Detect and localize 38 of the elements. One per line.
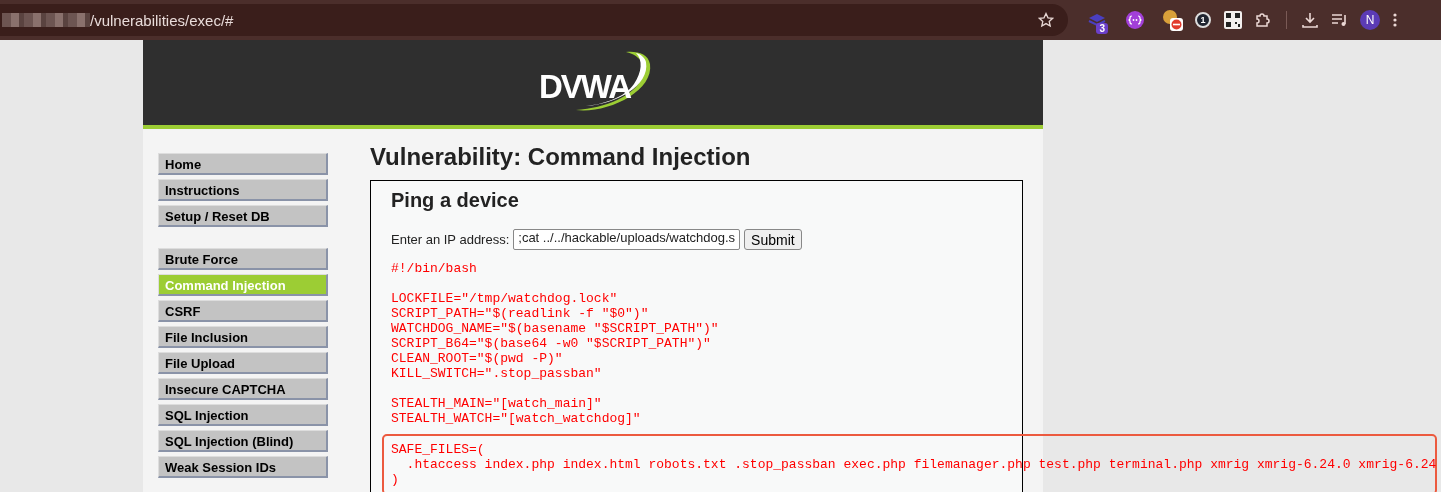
- download-icon[interactable]: [1301, 11, 1319, 29]
- code-line: STEALTH_MAIN="[watch_main]": [391, 396, 602, 411]
- media-queue-icon[interactable]: [1331, 12, 1349, 28]
- code-line: SCRIPT_PATH="$(readlink -f "$0")": [391, 306, 649, 321]
- section-title: Ping a device: [391, 188, 520, 213]
- page-title: Vulnerability: Command Injection: [370, 142, 752, 171]
- code-line: KILL_SWITCH=".stop_passban": [391, 366, 602, 381]
- sidebar-link[interactable]: File Upload: [158, 352, 328, 374]
- sidebar-link[interactable]: Setup / Reset DB: [158, 205, 328, 227]
- sidebar-link[interactable]: SQL Injection: [158, 404, 328, 426]
- code-line: CLEAN_ROOT="$(pwd -P)": [391, 351, 563, 366]
- sidebar-link[interactable]: File Inclusion: [158, 326, 328, 348]
- submit-button[interactable]: Submit: [744, 229, 802, 250]
- sidebar-link[interactable]: SQL Injection (Blind): [158, 430, 328, 452]
- code-line: SAFE_FILES=(: [391, 442, 485, 457]
- code-line: STEALTH_WATCH="[watch_watchdog]": [391, 411, 641, 426]
- puzzle-piece-icon[interactable]: [1254, 11, 1272, 29]
- code-line: WATCHDOG_NAME="$(basename "$SCRIPT_PATH")": [391, 321, 719, 336]
- sidebar-link[interactable]: Weak Session IDs: [158, 456, 328, 478]
- qr-code-icon[interactable]: [1224, 11, 1242, 29]
- sidebar-link[interactable]: Insecure CAPTCHA: [158, 378, 328, 400]
- sidebar-link[interactable]: Brute Force: [158, 248, 328, 270]
- sidebar-link[interactable]: CSRF: [158, 300, 328, 322]
- blocker-extension-icon[interactable]: [1161, 8, 1185, 32]
- code-line: SCRIPT_B64="$(base64 -w0 "$SCRIPT_PATH")": [391, 336, 711, 351]
- password-manager-icon[interactable]: 1: [1195, 12, 1211, 28]
- code-line: LOCKFILE="/tmp/watchdog.lock": [391, 291, 618, 306]
- code-line: #!/bin/bash: [391, 261, 477, 276]
- ip-address-field[interactable]: ;cat ../../hackable/uploads/watchdog.s: [513, 229, 741, 250]
- sidebar-link[interactable]: Home: [158, 153, 328, 175]
- bookmark-star-icon[interactable]: [1038, 12, 1054, 28]
- sidebar-link[interactable]: Instructions: [158, 179, 328, 201]
- braces-extension-icon[interactable]: [1125, 10, 1145, 30]
- field-label: Enter an IP address:: [391, 232, 510, 247]
- menu-icon[interactable]: [1393, 12, 1397, 28]
- profile-avatar[interactable]: N: [1360, 10, 1380, 30]
- count-badge: 3: [1096, 23, 1108, 34]
- code-line: ): [391, 472, 399, 487]
